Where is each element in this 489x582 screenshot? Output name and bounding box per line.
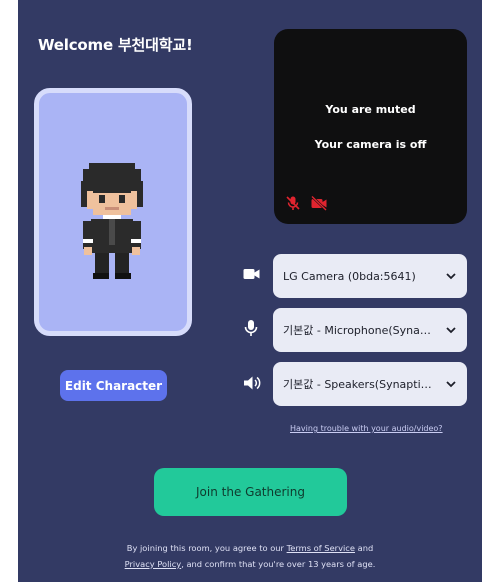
chevron-down-icon — [446, 327, 456, 334]
speaker-icon — [244, 376, 261, 390]
speaker-select-value: 기본값 - Speakers(Synaptics... — [283, 378, 437, 391]
microphone-select[interactable]: 기본값 - Microphone(Synaptics... — [273, 308, 467, 352]
chevron-down-icon — [446, 273, 456, 280]
camera-status-text: Your camera is off — [314, 138, 427, 151]
avatar-preview-card — [34, 88, 192, 336]
camera-select-value: LG Camera (0bda:5641) — [283, 269, 416, 283]
character-sprite — [81, 163, 143, 279]
chevron-down-icon — [446, 381, 456, 388]
legal-suffix: , and confirm that you're over 13 years … — [181, 559, 376, 569]
mic-off-icon[interactable] — [285, 195, 301, 211]
legal-prefix: By joining this room, you agree to our — [126, 543, 284, 553]
speaker-select[interactable]: 기본값 - Speakers(Synaptics... — [273, 362, 467, 406]
muted-status-text: You are muted — [325, 103, 416, 116]
terms-of-service-link[interactable]: Terms of Service — [287, 543, 355, 553]
video-preview: You are muted Your camera is off — [274, 29, 467, 224]
join-room-panel: Welcome 부천대학교! Edit Character You are mu… — [18, 0, 482, 582]
privacy-policy-link[interactable]: Privacy Policy — [125, 559, 182, 569]
legal-notice: By joining this room, you agree to our T… — [48, 540, 452, 572]
edit-character-button[interactable]: Edit Character — [60, 370, 167, 401]
legal-and: and — [357, 543, 374, 553]
welcome-title: Welcome 부천대학교! — [38, 36, 193, 54]
av-help-link[interactable]: Having trouble with your audio/video? — [290, 424, 443, 433]
microphone-select-value: 기본값 - Microphone(Synaptics... — [283, 324, 437, 337]
camera-select[interactable]: LG Camera (0bda:5641) — [273, 254, 467, 298]
microphone-icon — [244, 320, 258, 336]
camera-icon — [243, 269, 260, 279]
join-gathering-button[interactable]: Join the Gathering — [154, 468, 347, 516]
camera-off-icon[interactable] — [310, 195, 328, 211]
